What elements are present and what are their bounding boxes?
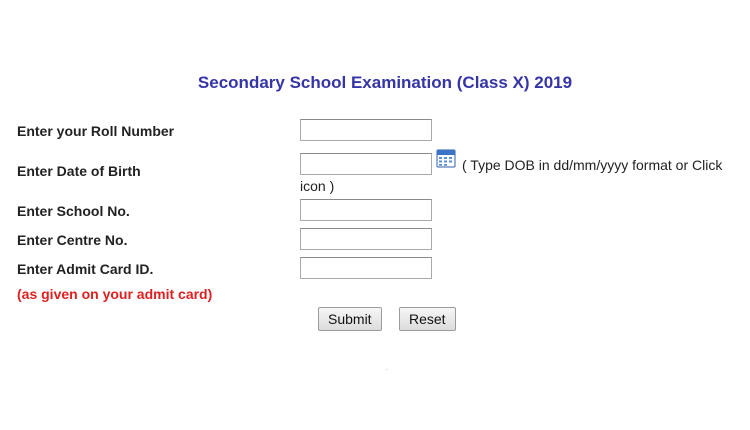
calendar-icon[interactable] [436,148,456,168]
admit-card-id-input[interactable] [300,257,432,279]
result-login-page: Secondary School Examination (Class X) 2… [0,0,750,430]
submit-button[interactable]: Submit [318,307,382,331]
dob-input[interactable] [300,153,432,175]
dob-format-hint-continued: icon ) [300,178,335,194]
centre-no-input[interactable] [300,228,432,250]
divider-speck [385,369,388,370]
reset-button[interactable]: Reset [399,307,456,331]
roll-number-label: Enter your Roll Number [17,123,175,139]
dob-format-hint: ( Type DOB in dd/mm/yyyy format or Click [462,157,723,173]
school-no-input[interactable] [300,199,432,221]
school-no-label: Enter School No. [17,203,130,219]
admit-card-note: (as given on your admit card) [17,286,213,302]
admit-card-id-label: Enter Admit Card ID. [17,261,154,277]
dob-label: Enter Date of Birth [17,163,141,179]
roll-number-input[interactable] [300,119,432,141]
page-title: Secondary School Examination (Class X) 2… [197,73,573,92]
centre-no-label: Enter Centre No. [17,232,128,248]
